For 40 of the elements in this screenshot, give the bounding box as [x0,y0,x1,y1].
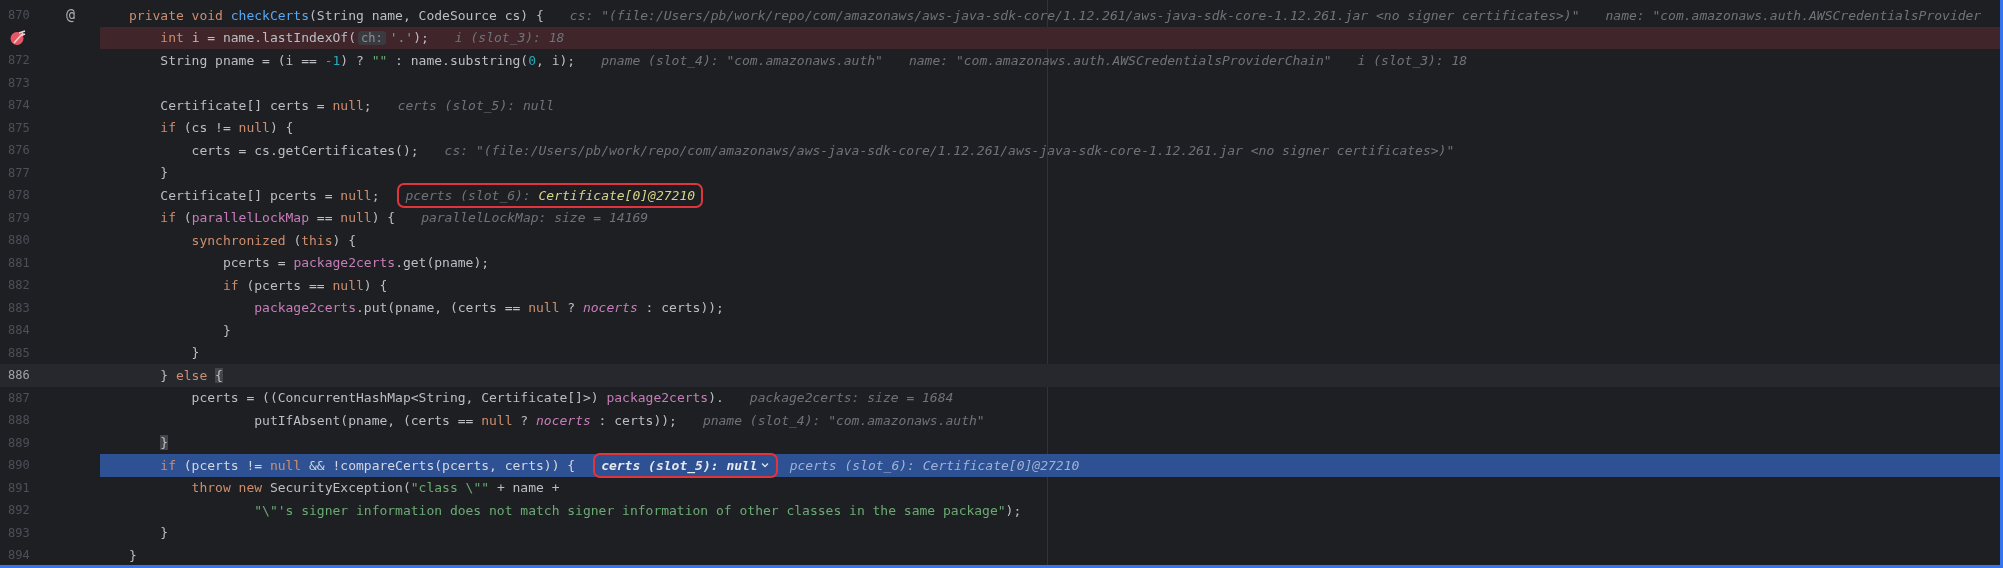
code-line: throw new SecurityException("class \"" + name + [190,480,560,496]
code-line: pcerts = package2certs.get(pname); [221,255,490,271]
code-line: } else { [159,367,223,383]
debug-value-hint: pname (slot_4): "com.amazonaws.auth" [601,52,883,68]
code-line: putIfAbsent(pname, (certs == null ? nocerts : certs)); [253,412,677,428]
code-line: pcerts = ((ConcurrentHashMap<String, Certificate[]>) package2certs). [190,390,724,406]
code-line: } [159,165,169,181]
code-line: certs = cs.getCertificates(); [190,142,419,158]
code-line: } [129,547,137,563]
debug-value-hint: pname (slot_4): "com.amazonaws.auth" [702,412,985,428]
debug-value-hint: certs (slot_5): null [397,97,555,113]
debug-value-hint: parallelLockMap: size = 14169 [421,210,649,226]
code-line: int i = name.lastIndexOf( ch: '.'); [159,30,429,46]
code-line: package2certs.put(pname, (certs == null ? nocerts : certs)); [253,300,724,316]
code-line: Certificate[] pcerts = null; [159,187,380,203]
debug-value-hint: cs: "(file:/Users/pb/work/repo/com/amazonaws/aws-java-sdk-core/1.12.261/aws-java-sdk-core-1.12.261.jar <no signer certificates>)" [444,142,1455,158]
code-line: } [221,322,231,338]
code-line: if (parallelLockMap == null) { [159,210,396,226]
debug-value-hint: cs: "(file:/Users/pb/work/repo/com/amazonaws/aws-java-sdk-core/1.12.261/aws-java-sdk-core-1.12.261.jar <no signer certificates>)" [569,7,1580,23]
debug-value-hint: name: "com.amazonaws.auth.AWSCredentialsProvider [1605,7,1982,23]
debug-value-hint: i (slot_3): 18 [454,30,565,46]
debug-value-hint: i (slot_3): 18 [1357,52,1468,68]
code-line: synchronized (this) { [190,232,356,248]
debug-value-hint: name: "com.amazonaws.auth.AWSCredentialsProviderChain" [908,52,1332,68]
debug-value-hint: package2certs: size = 1684 [749,390,954,406]
code-line: } [190,345,200,361]
breakpoint-icon[interactable] [10,29,26,46]
debug-value-hint: pcerts (slot_6): Certificate[0]@27210 [405,187,696,203]
code-line: if (pcerts != null && !compareCerts(pcerts, certs)) { [159,457,576,473]
code-line: String pname = (i == -1) ? "" : name.substring(0, i); [159,52,576,68]
code-line: private void checkCerts(String name, CodeSource cs) { [129,7,544,23]
code-line: Certificate[] certs = null; [159,97,372,113]
debug-value-hint[interactable]: certs (slot_5): null [601,457,758,473]
code-line: if (pcerts == null) { [221,277,388,293]
line-number: 886 [8,368,30,383]
code-line: if (cs != null) { [159,120,294,136]
override-mark[interactable]: @ [66,6,76,25]
code-line: "\"'s signer information does not match signer information of other classes in the same package"); [253,502,1022,518]
debug-value-hint: pcerts (slot_6): Certificate[0]@27210 [789,457,1080,473]
code-line: } [159,525,169,541]
